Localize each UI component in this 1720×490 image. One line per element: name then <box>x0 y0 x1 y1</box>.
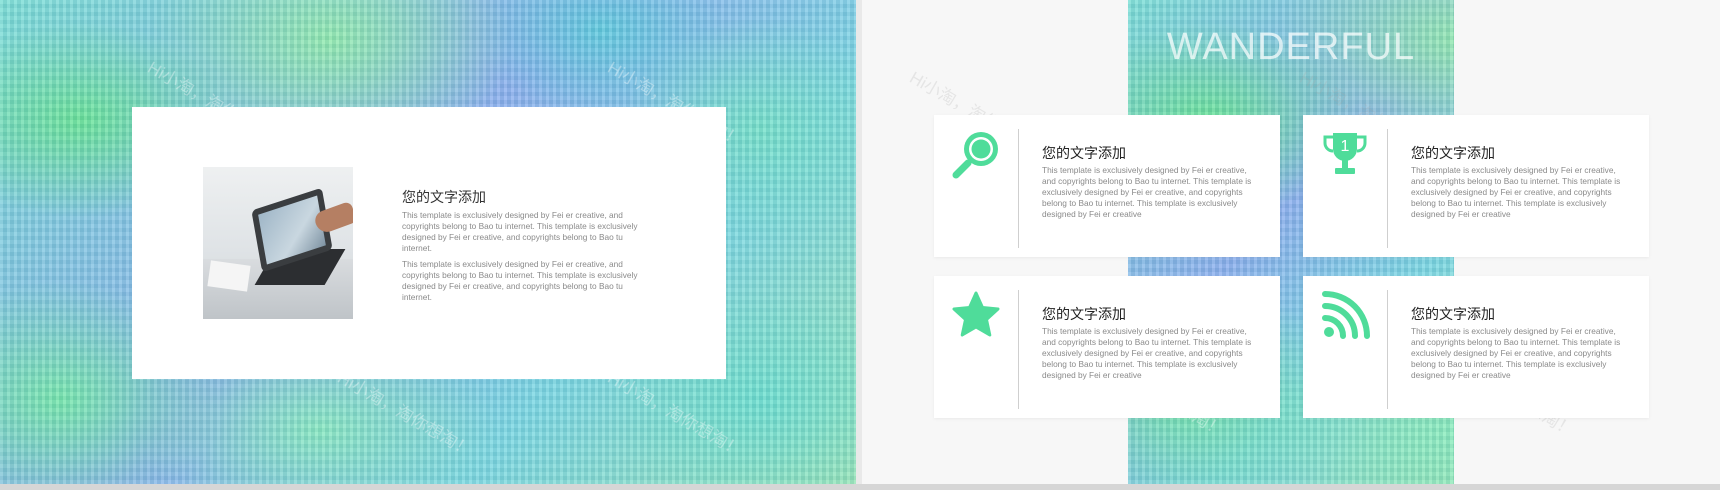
star-icon <box>950 290 1002 342</box>
divider <box>1387 129 1388 248</box>
trophy-number: 1 <box>1341 138 1350 155</box>
trophy-icon: 1 <box>1319 129 1371 181</box>
box-title: 您的文字添加 <box>1411 306 1495 322</box>
box-title: 您的文字添加 <box>1042 145 1126 161</box>
rss-icon <box>1319 290 1371 342</box>
box-text: This template is exclusively designed by… <box>1042 326 1252 380</box>
box-text: This template is exclusively designed by… <box>1042 165 1252 219</box>
divider <box>1018 290 1019 409</box>
tablet-photo <box>203 167 353 319</box>
slide-2: WANDERFUL Hi小淘，淘你想淘！ Hi小淘，淘你想淘！ Hi小淘，淘你想… <box>862 0 1720 484</box>
feature-box-search: 您的文字添加 This template is exclusively desi… <box>934 115 1280 257</box>
feature-box-star: 您的文字添加 This template is exclusively desi… <box>934 276 1280 418</box>
box-text: This template is exclusively designed by… <box>1411 326 1621 380</box>
bottom-divider <box>0 484 1720 490</box>
feature-box-rss: 您的文字添加 This template is exclusively desi… <box>1303 276 1649 418</box>
content-card: 您的文字添加 This template is exclusively desi… <box>132 107 726 379</box>
headline: WANDERFUL <box>1166 26 1416 68</box>
divider <box>1018 129 1019 248</box>
divider <box>1387 290 1388 409</box>
box-title: 您的文字添加 <box>1042 306 1126 322</box>
box-title: 您的文字添加 <box>1411 145 1495 161</box>
card-paragraph-1: This template is exclusively designed by… <box>402 210 638 253</box>
search-icon <box>950 129 1002 181</box>
card-paragraph-2: This template is exclusively designed by… <box>402 259 638 302</box>
box-text: This template is exclusively designed by… <box>1411 165 1621 219</box>
card-title: 您的文字添加 <box>402 189 486 205</box>
slide-1: Hi小淘，淘你想淘！ Hi小淘，淘你想淘！ Hi小淘，淘你想淘！ Hi小淘，淘你… <box>0 0 856 484</box>
feature-box-trophy: 1 您的文字添加 This template is exclusively de… <box>1303 115 1649 257</box>
